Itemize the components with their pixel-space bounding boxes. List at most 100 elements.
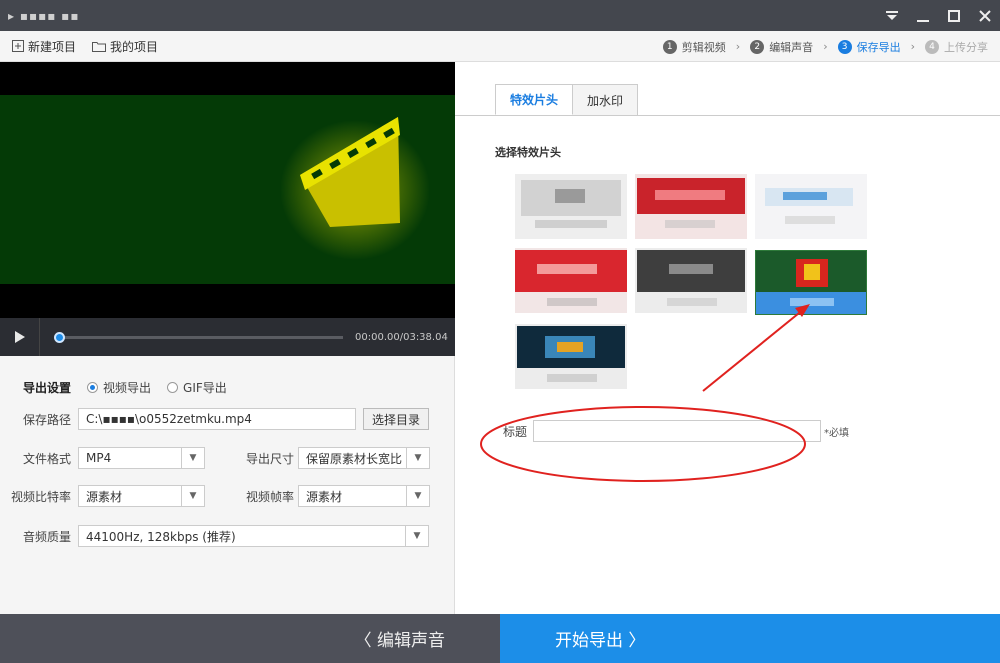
intro-thumbnail-7[interactable] [515, 324, 627, 389]
video-bitrate-value: 源素材 [86, 489, 123, 504]
export-settings-panel: 导出设置 视频导出 GIF导出 保存路径 C:\▪▪▪▪\o0552zetmku… [0, 356, 455, 614]
step-save-export[interactable]: 3 保存导出 [837, 39, 901, 55]
export-size-value: 保留原素材长宽比 [306, 451, 403, 466]
intro-thumbnail-5[interactable] [635, 248, 747, 313]
time-readout: 00:00.00/03:38.04 [355, 331, 448, 343]
video-bitrate-label: 视频比特率 [11, 489, 72, 504]
step-edit-video[interactable]: 1 剪辑视频 [662, 39, 726, 55]
annotation-ellipse [480, 406, 806, 482]
intro-title-row: 标题 *必填 [503, 420, 849, 442]
start-export-button[interactable]: 开始导出 〉 [500, 614, 1000, 663]
video-preview [0, 62, 455, 318]
save-path-value: C:\▪▪▪▪\o0552zetmku.mp4 [86, 412, 252, 426]
plus-box-icon [12, 40, 24, 52]
step-upload-share[interactable]: 4 上传分享 [925, 39, 988, 55]
audio-quality-select[interactable]: 44100Hz, 128kbps (推荐) ▼ [78, 525, 429, 547]
chevron-down-icon: ▼ [405, 526, 428, 546]
chevron-down-icon: ▼ [406, 448, 429, 468]
intro-thumbnail-1[interactable] [515, 174, 627, 239]
start-export-label: 开始导出 〉 [555, 631, 646, 651]
gif-export-radio[interactable] [167, 382, 179, 393]
toolbar: 新建项目 我的项目 1 剪辑视频 › 2 编辑声音 › 3 保存导出 › 4 上传分享 [0, 31, 1000, 62]
chevron-right-icon: › [823, 40, 828, 53]
preview-frame [0, 95, 455, 284]
window-controls [876, 0, 1000, 31]
back-button-label: 〈 编辑声音 [354, 631, 445, 651]
step-breadcrumb: 1 剪辑视频 › 2 编辑声音 › 3 保存导出 › 4 上传分享 [662, 31, 988, 62]
back-to-audio-button[interactable]: 〈 编辑声音 [0, 614, 500, 663]
step-edit-audio[interactable]: 2 编辑声音 [750, 39, 813, 55]
intro-title-input[interactable] [533, 420, 822, 442]
step-number: 4 [925, 39, 939, 54]
chevron-right-icon: › [910, 40, 915, 53]
step-label: 保存导出 [856, 40, 901, 54]
step-label: 编辑声音 [769, 40, 814, 54]
play-icon [14, 331, 25, 343]
player-bar: 00:00.00/03:38.04 [0, 318, 455, 356]
chevron-down-icon: ▼ [181, 448, 204, 468]
film-clapper-graphic [280, 117, 430, 260]
my-projects-button[interactable]: 我的项目 [92, 38, 158, 55]
intro-thumbnail-3[interactable] [755, 174, 867, 239]
file-format-value: MP4 [86, 451, 112, 465]
maximize-icon[interactable] [938, 0, 969, 31]
video-export-label: 视频导出 [103, 381, 152, 395]
title-bar: ▸ ▪▪▪▪ ▪▪ [0, 0, 1000, 31]
tab-watermark[interactable]: 加水印 [573, 84, 639, 115]
select-intro-title: 选择特效片头 [495, 146, 561, 159]
browse-directory-button[interactable]: 选择目录 [363, 408, 429, 430]
video-bitrate-select[interactable]: 源素材 ▼ [78, 485, 205, 507]
play-button[interactable] [0, 318, 40, 356]
frame-rate-value: 源素材 [306, 489, 343, 504]
intro-thumbnail-6-selected[interactable] [755, 250, 867, 315]
annotation-arrow-shaft [702, 308, 805, 392]
seek-bar[interactable] [54, 331, 343, 343]
footer-bar: 〈 编辑声音 开始导出 〉 [0, 614, 1000, 663]
export-mode-row: 导出设置 视频导出 GIF导出 [23, 379, 227, 396]
close-icon[interactable] [969, 0, 1000, 31]
chevron-down-icon: ▼ [406, 486, 429, 506]
my-projects-label: 我的项目 [110, 39, 159, 54]
video-export-radio[interactable] [87, 382, 99, 393]
file-format-row: 文件格式 MP4 ▼ [23, 447, 205, 469]
required-hint: *必填 [824, 427, 850, 439]
frame-rate-row: 视频帧率 源素材 ▼ [246, 485, 430, 507]
dropdown-menu-icon[interactable] [876, 0, 907, 31]
video-bitrate-row: 视频比特率 源素材 ▼ [11, 485, 205, 507]
step-number: 1 [662, 39, 677, 54]
tab-divider [455, 115, 1000, 116]
intro-thumbnail-4[interactable] [515, 248, 627, 313]
frame-rate-select[interactable]: 源素材 ▼ [298, 485, 430, 507]
save-path-input[interactable]: C:\▪▪▪▪\o0552zetmku.mp4 [78, 408, 356, 430]
export-settings-label: 导出设置 [23, 381, 72, 395]
export-size-label: 导出尺寸 [246, 451, 295, 466]
effects-tabs: 特效片头 加水印 [495, 84, 639, 115]
seek-handle[interactable] [54, 331, 65, 343]
tab-effect-intro[interactable]: 特效片头 [495, 84, 574, 115]
step-label: 上传分享 [944, 40, 988, 54]
file-format-select[interactable]: MP4 ▼ [78, 447, 205, 469]
step-number: 2 [750, 39, 765, 54]
export-size-row: 导出尺寸 保留原素材长宽比 ▼ [246, 447, 430, 469]
window-title: ▸ ▪▪▪▪ ▪▪ [8, 8, 80, 23]
folder-icon [92, 41, 107, 52]
save-path-row: 保存路径 C:\▪▪▪▪\o0552zetmku.mp4 选择目录 [23, 408, 429, 430]
intro-thumbnail-2[interactable] [635, 174, 747, 239]
gif-export-label: GIF导出 [183, 381, 227, 395]
new-project-button[interactable]: 新建项目 [12, 38, 76, 55]
effects-panel: 特效片头 加水印 选择特效片头 标题 *必填 [455, 62, 1000, 614]
step-label: 剪辑视频 [681, 40, 726, 54]
audio-quality-row: 音频质量 44100Hz, 128kbps (推荐) ▼ [23, 525, 429, 547]
chevron-down-icon: ▼ [181, 486, 204, 506]
new-project-label: 新建项目 [28, 39, 77, 54]
chevron-right-icon: › [735, 40, 741, 53]
file-format-label: 文件格式 [23, 451, 72, 466]
minimize-icon[interactable] [907, 0, 938, 31]
frame-rate-label: 视频帧率 [246, 489, 295, 504]
audio-quality-value: 44100Hz, 128kbps (推荐) [86, 529, 236, 544]
app-window: ▸ ▪▪▪▪ ▪▪ 新建项目 我的项目 1 剪辑视频 › 2 编辑声音 › 3 … [0, 0, 1000, 663]
save-path-label: 保存路径 [23, 412, 72, 427]
intro-title-label: 标题 [503, 424, 528, 439]
audio-quality-label: 音频质量 [23, 529, 72, 544]
export-size-select[interactable]: 保留原素材长宽比 ▼ [298, 447, 430, 469]
